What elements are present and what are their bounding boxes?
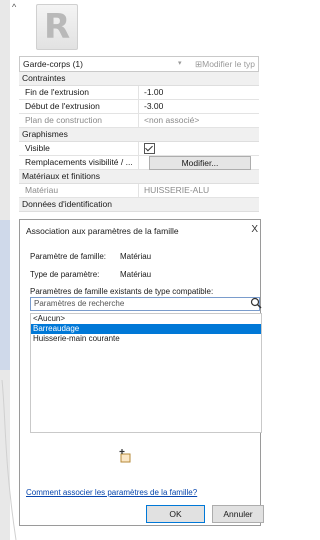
group-constraints[interactable]: Contraintes [19,72,259,86]
row-label: Plan de construction [19,114,139,127]
row-value[interactable]: -3.00 [141,100,262,113]
group-materials[interactable]: Matériaux et finitions [19,170,259,184]
parameter-list[interactable]: <Aucun> Barreaudage Huisserie-main coura… [30,313,262,433]
list-item[interactable]: Huisserie-main courante [31,334,261,344]
row-label: Visible [19,142,139,155]
collapse-arrow-icon[interactable]: ^ [12,2,16,12]
row-label: Matériau [19,184,139,197]
row-work-plane: Plan de construction <non associé> [19,114,259,128]
row-visible[interactable]: Visible [19,142,259,156]
type-selector[interactable]: Garde-corps (1) ▾ ⊞Modifier le typ [19,56,259,72]
existing-params-label: Paramètres de famille existants de type … [30,287,214,296]
ok-button[interactable]: OK [146,505,205,523]
cancel-button[interactable]: Annuler [212,505,264,523]
row-value[interactable]: HUISSERIE-ALU [141,184,262,197]
list-item[interactable]: <Aucun> [31,314,261,324]
background-curve [1,380,17,540]
checkbox-checked-icon[interactable] [144,143,155,154]
row-visibility-overrides[interactable]: Remplacements visibilité / ... Modifier.… [19,156,259,170]
search-icon[interactable] [250,297,262,310]
row-value[interactable] [141,142,262,155]
add-parameter-icon[interactable] [117,448,133,464]
help-link[interactable]: Comment associer les paramètres de la fa… [26,488,197,497]
group-graphics[interactable]: Graphismes [19,128,259,142]
properties-panel: Garde-corps (1) ▾ ⊞Modifier le typ Contr… [19,56,259,212]
row-label: Fin de l'extrusion [19,86,139,99]
close-icon[interactable]: X [251,224,258,235]
row-value[interactable]: -1.00 [141,86,262,99]
param-type-label: Type de paramètre: [30,270,100,279]
edit-type-label: Modifier le typ [202,59,256,69]
row-start-extrusion[interactable]: Début de l'extrusion -3.00 [19,100,259,114]
edit-type-button[interactable]: ⊞Modifier le typ [195,59,255,70]
search-placeholder: Paramètres de recherche [34,299,125,308]
search-input[interactable]: Paramètres de recherche [30,297,262,311]
param-type-value: Matériau [120,270,152,279]
row-value: <non associé> [144,115,200,125]
family-param-value: Matériau [120,252,152,261]
chevron-down-icon[interactable]: ▾ [178,59,182,67]
modify-button[interactable]: Modifier... [149,156,251,170]
revit-logo-icon: R [36,4,78,50]
type-selector-label: Garde-corps (1) [23,59,83,69]
dialog-title: Association aux paramètres de la famille [26,226,179,236]
row-end-extrusion[interactable]: Fin de l'extrusion -1.00 [19,86,259,100]
row-label: Remplacements visibilité / ... [19,156,139,169]
family-param-label: Paramètre de famille: [30,252,107,261]
list-item[interactable]: Barreaudage [31,324,261,334]
left-panel-highlight [0,220,10,370]
group-identity[interactable]: Données d'identification [19,198,259,212]
row-material[interactable]: Matériau HUISSERIE-ALU [19,184,259,198]
associate-family-parameter-dialog: Association aux paramètres de la famille… [19,219,264,526]
row-label: Début de l'extrusion [19,100,139,113]
